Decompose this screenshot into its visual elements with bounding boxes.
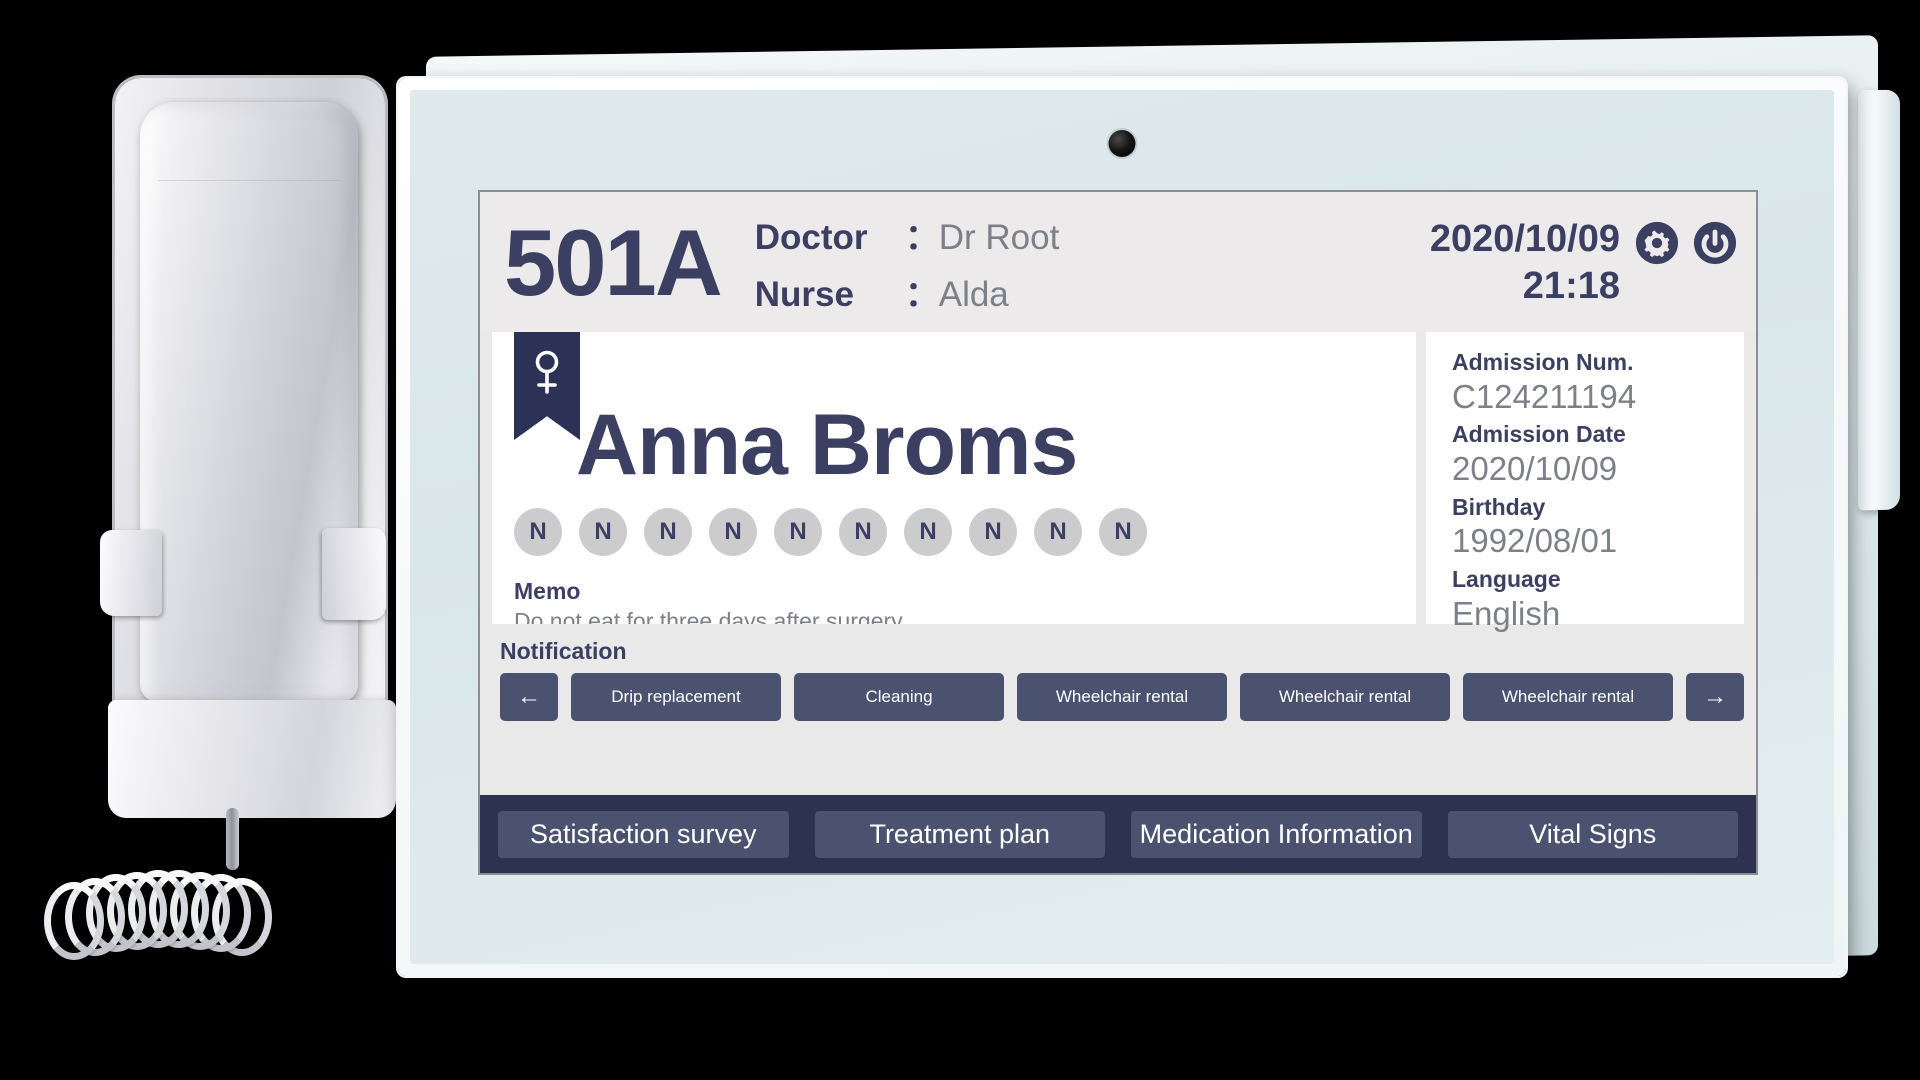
nav-button[interactable]: Medication Information (1131, 810, 1422, 858)
nurse-name: Alda (938, 275, 1009, 314)
front-camera-icon (1108, 130, 1136, 157)
screen-header: 501A Doctor ： Dr Root Nurse ： Alda 2020/… (480, 192, 1756, 332)
memo-label: Memo (514, 578, 581, 604)
screen-body: Anna Broms NNNNNNNNNN Memo Do not eat fo… (480, 332, 1756, 632)
header-icon-group (1634, 216, 1738, 266)
info-label: Admission Num. (1452, 349, 1634, 375)
power-icon[interactable] (1692, 220, 1738, 266)
doctor-row: Doctor ： Dr Root (755, 209, 1060, 260)
memo-text: Do not eat for three days after surgery. (514, 608, 908, 624)
nurse-row: Nurse ： Alda (755, 266, 1060, 317)
notification-label: Notification (500, 638, 627, 664)
notification-prev-button[interactable]: ← (500, 673, 558, 721)
doctor-label: Doctor (754, 218, 868, 257)
staff-info: Doctor ： Dr Root Nurse ： Alda (755, 209, 1060, 317)
status-dot[interactable]: N (1099, 508, 1147, 556)
notification-next-button[interactable]: → (1686, 673, 1744, 721)
notification-chip[interactable]: Wheelchair rental (1017, 673, 1227, 721)
notification-chip[interactable]: Wheelchair rental (1463, 673, 1673, 721)
memo-block: Memo Do not eat for three days after sur… (514, 578, 1416, 624)
female-symbol-icon (530, 348, 564, 398)
handset-cradle-hook-left (100, 530, 162, 616)
wall-phone-unit (30, 60, 410, 1060)
status-dot-row: NNNNNNNNNN (514, 508, 1416, 556)
status-dot[interactable]: N (514, 508, 562, 556)
notification-chip[interactable]: Cleaning (794, 673, 1004, 721)
status-dot[interactable]: N (579, 508, 627, 556)
tablet-screen: 501A Doctor ： Dr Root Nurse ： Alda 2020/… (478, 190, 1758, 875)
notification-chip[interactable]: Wheelchair rental (1240, 673, 1450, 721)
notification-chip-row: ← Drip replacement Cleaning Wheelchair ren… (500, 673, 1744, 721)
room-number: 501A (504, 210, 723, 316)
patient-card: Anna Broms NNNNNNNNNN Memo Do not eat fo… (492, 332, 1416, 624)
current-time: 21:18 (1522, 265, 1620, 307)
status-dot[interactable]: N (774, 508, 822, 556)
nurse-colon: ： (904, 275, 940, 314)
header-right-cluster: 2020/10/09 21:18 (1430, 216, 1738, 311)
info-value: 1992/08/01 (1452, 522, 1618, 560)
status-dot[interactable]: N (904, 508, 952, 556)
tablet-frame: 501A Doctor ： Dr Root Nurse ： Alda 2020/… (398, 78, 1846, 976)
status-dot[interactable]: N (1034, 508, 1082, 556)
handset-cradle-hook-right (322, 528, 386, 620)
cord-coil (44, 882, 104, 960)
notification-section: Notification ← Drip replacement Cleaning W… (480, 624, 1756, 731)
tablet-side-grip (1858, 89, 1900, 511)
patient-name: Anna Broms (576, 397, 1078, 493)
phone-coiled-cord (30, 848, 330, 978)
status-dot[interactable]: N (969, 508, 1017, 556)
patient-info-panel: Admission Num. C124211194 Admission Date 20… (1426, 332, 1744, 632)
nurse-label: Nurse (754, 275, 854, 314)
info-value: C124211194 (1452, 377, 1637, 415)
info-label: Admission Date (1452, 421, 1626, 448)
info-value: 2020/10/09 (1452, 450, 1618, 488)
nav-button[interactable]: Treatment plan (814, 810, 1105, 858)
nav-button[interactable]: Vital Signs (1447, 810, 1738, 858)
bedside-tablet-device: 501A Doctor ： Dr Root Nurse ： Alda 2020/… (398, 35, 1900, 1010)
bottom-navigation-bar: Satisfaction survey Treatment plan Medicat… (480, 795, 1756, 873)
info-label: Birthday (1452, 493, 1546, 520)
phone-base (108, 700, 396, 818)
handset-seam (158, 180, 340, 181)
doctor-name: Dr Root (938, 218, 1060, 257)
current-date: 2020/10/09 (1429, 217, 1620, 260)
datetime-display: 2020/10/09 21:18 (1430, 216, 1620, 311)
status-dot[interactable]: N (709, 508, 757, 556)
gear-icon[interactable] (1634, 220, 1680, 266)
doctor-colon: ： (904, 218, 940, 257)
gender-ribbon (514, 332, 580, 440)
nav-button[interactable]: Satisfaction survey (498, 810, 789, 858)
info-label: Language (1452, 566, 1561, 593)
notification-chip[interactable]: Drip replacement (571, 673, 781, 721)
status-dot[interactable]: N (644, 508, 692, 556)
screenshot-canvas: 501A Doctor ： Dr Root Nurse ： Alda 2020/… (0, 0, 1920, 1080)
status-dot[interactable]: N (839, 508, 887, 556)
